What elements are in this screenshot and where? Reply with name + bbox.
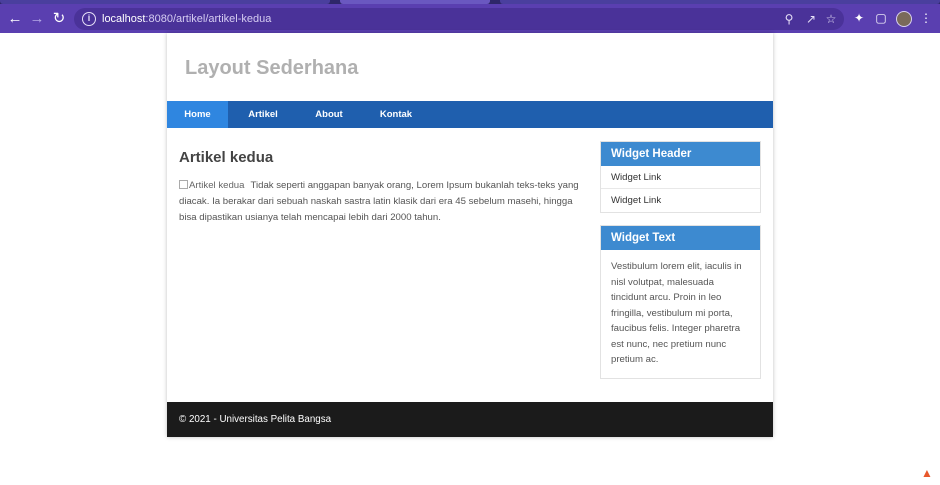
widget-text-body: Vestibulum lorem elit, iaculis in nisl v… [611, 261, 742, 365]
url-text[interactable]: localhost:8080/artikel/artikel-kedua [102, 12, 271, 26]
article-title: Artikel kedua [179, 149, 274, 166]
nav-item-kontak[interactable]: Kontak [360, 101, 432, 128]
nav-item-home[interactable]: Home [167, 101, 228, 128]
zoom-icon[interactable]: ⚲ [782, 12, 796, 26]
widget-header: Widget Header [601, 142, 760, 166]
broken-image-icon [179, 180, 188, 189]
avatar[interactable] [896, 11, 912, 27]
star-icon[interactable]: ☆ [824, 12, 838, 26]
menu-icon[interactable]: ⋮ [918, 10, 934, 26]
article-body: Artikel kedua Tidak seperti anggapan bany… [179, 178, 579, 226]
article-image: Artikel kedua [179, 178, 244, 194]
nav-item-artikel[interactable]: Artikel [228, 101, 298, 128]
flame-icon[interactable]: ▲ [920, 466, 934, 480]
browser-toolbar: ← → ↻ i localhost:8080/artikel/artikel-k… [0, 4, 940, 33]
reload-icon[interactable]: ↻ [50, 10, 68, 28]
arrow-right-icon[interactable]: → [28, 10, 46, 28]
sidebar-icon[interactable]: ▢ [873, 10, 889, 26]
nav-item-about[interactable]: About [298, 101, 360, 128]
site-footer: © 2021 - Universitas Pelita Bangsa [167, 402, 773, 437]
address-bar[interactable]: i localhost:8080/artikel/artikel-kedua ⚲… [74, 8, 844, 30]
extensions-icon[interactable]: ✦ [851, 10, 867, 26]
arrow-left-icon[interactable]: ← [6, 10, 24, 28]
widget-links: Widget Header Widget Link Widget Link [600, 141, 761, 213]
widget-text: Widget Text Vestibulum lorem elit, iacul… [600, 225, 761, 379]
widget-text-header: Widget Text [601, 226, 760, 250]
article-image-alt: Artikel kedua [189, 180, 245, 191]
site-title: Layout Sederhana [185, 57, 359, 79]
share-icon[interactable]: ↗ [804, 12, 818, 26]
main-nav: Home Artikel About Kontak [167, 101, 773, 128]
widget-link[interactable]: Widget Link [601, 166, 760, 189]
info-icon[interactable]: i [82, 12, 96, 26]
site-container: Layout Sederhana Home Artikel About Kont… [167, 33, 773, 437]
widget-link[interactable]: Widget Link [601, 189, 760, 212]
browser-chrome: ← → ↻ i localhost:8080/artikel/artikel-k… [0, 0, 940, 33]
